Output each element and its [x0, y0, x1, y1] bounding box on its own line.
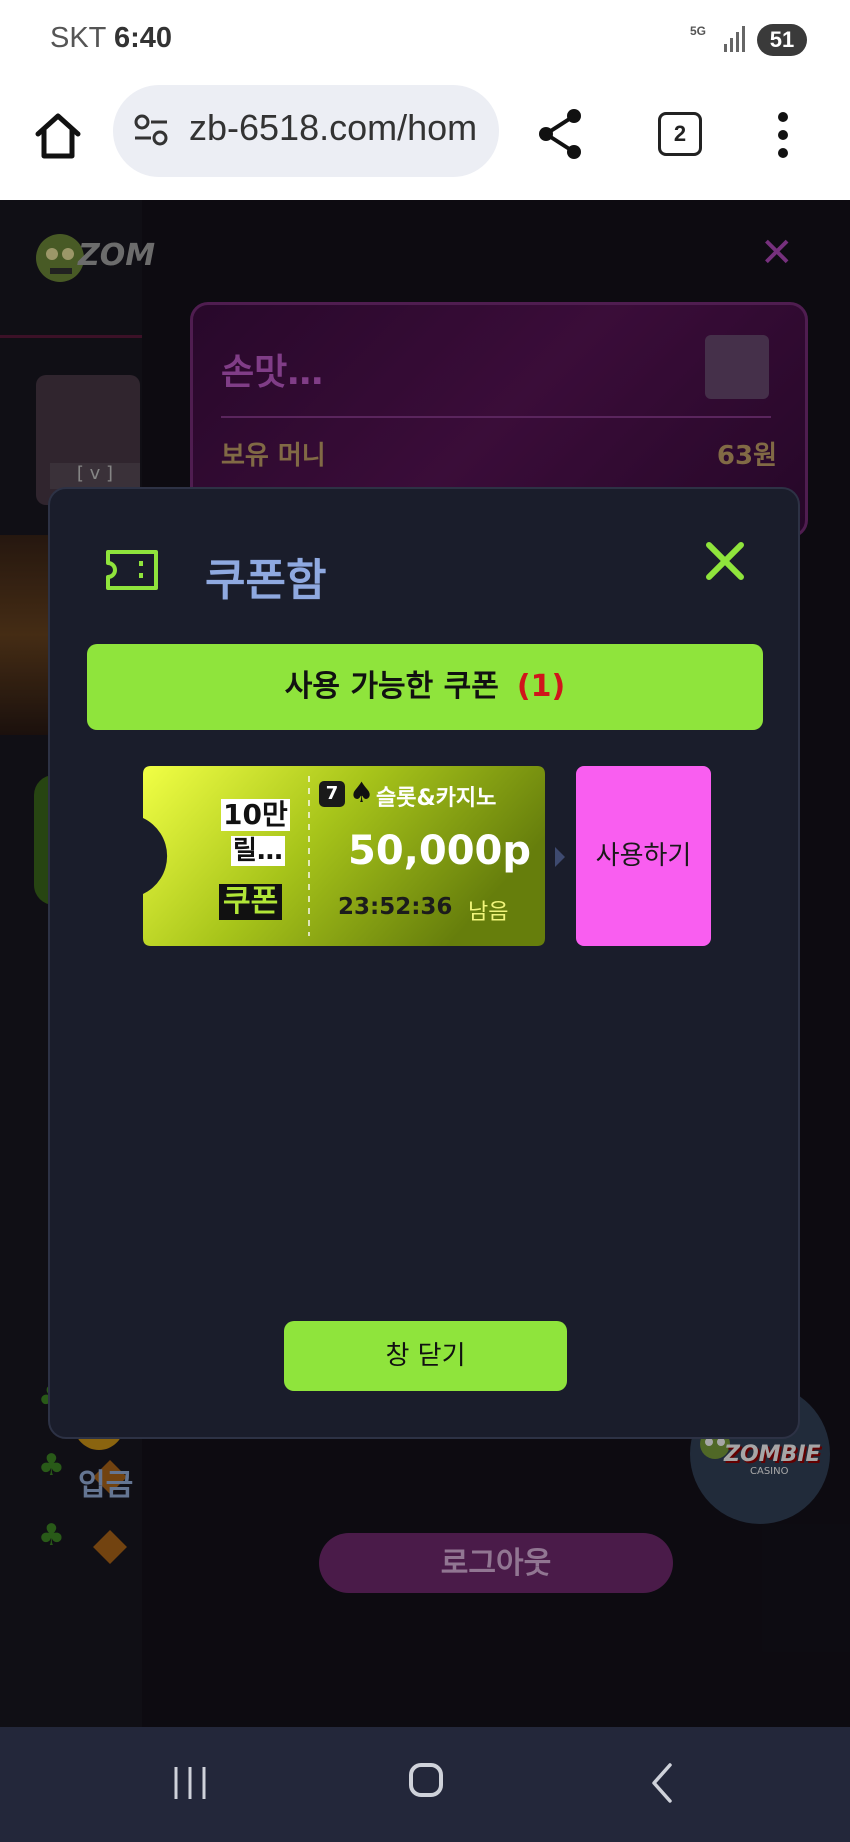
tab-switcher-button[interactable]: 2 [658, 112, 702, 156]
site-settings-icon[interactable] [133, 113, 169, 147]
coupon-name-line1: 10만 [221, 798, 290, 831]
coupon-ticket[interactable]: 10만 릴… 쿠폰 7 ♠ 슬롯&카지노 50,000p 23:52:36 남음 [143, 766, 545, 946]
recent-apps-icon[interactable] [172, 1765, 208, 1801]
status-carrier-time: SKT 6:40 [50, 22, 172, 55]
close-window-button[interactable]: 창 닫기 [284, 1321, 567, 1391]
coupon-amount: 50,000p [348, 828, 531, 874]
coupon-category: 슬롯&카지노 [376, 786, 497, 811]
tab-available-coupons[interactable]: 사용 가능한 쿠폰 (1) [87, 644, 763, 730]
clock: 6:40 [113, 22, 172, 54]
use-coupon-button[interactable]: 사용하기 [576, 766, 711, 946]
url-text[interactable]: zb-6518.com/hom [189, 107, 477, 149]
coupon-remain-label: 남음 [468, 900, 509, 925]
tab-label: 사용 가능한 쿠폰 [284, 669, 499, 704]
slot-seven-badge: 7 [319, 781, 345, 807]
system-nav-bar [0, 1727, 850, 1842]
share-icon[interactable] [536, 106, 586, 162]
back-icon[interactable] [650, 1763, 674, 1803]
battery-icon: 51 [757, 24, 807, 56]
spade-icon: ♠ [349, 776, 375, 809]
url-bar[interactable]: zb-6518.com/hom [113, 85, 499, 177]
network-badge: 5G [690, 24, 707, 38]
browser-toolbar: zb-6518.com/hom 2 [0, 80, 850, 201]
home-icon[interactable] [30, 108, 86, 164]
nav-home-icon[interactable] [409, 1763, 443, 1797]
coupon-name-line2: 릴… [231, 836, 285, 866]
coupon-icon [106, 550, 158, 590]
signal-icon [724, 26, 745, 52]
coupon-countdown: 23:52:36 [338, 894, 453, 920]
more-menu-icon[interactable] [776, 110, 790, 160]
tab-count: (1) [516, 669, 566, 704]
arrow-right-icon [555, 847, 565, 867]
modal-title: 쿠폰함 [205, 555, 327, 606]
close-icon[interactable] [705, 541, 745, 581]
coupon-name-line3: 쿠폰 [219, 884, 283, 920]
coupon-modal: 쿠폰함 사용 가능한 쿠폰 (1) 10만 릴… 쿠폰 7 ♠ 슬롯&카지노 50… [48, 487, 800, 1439]
carrier: SKT [50, 22, 106, 54]
status-bar: SKT 6:40 5G 51 [0, 0, 850, 80]
